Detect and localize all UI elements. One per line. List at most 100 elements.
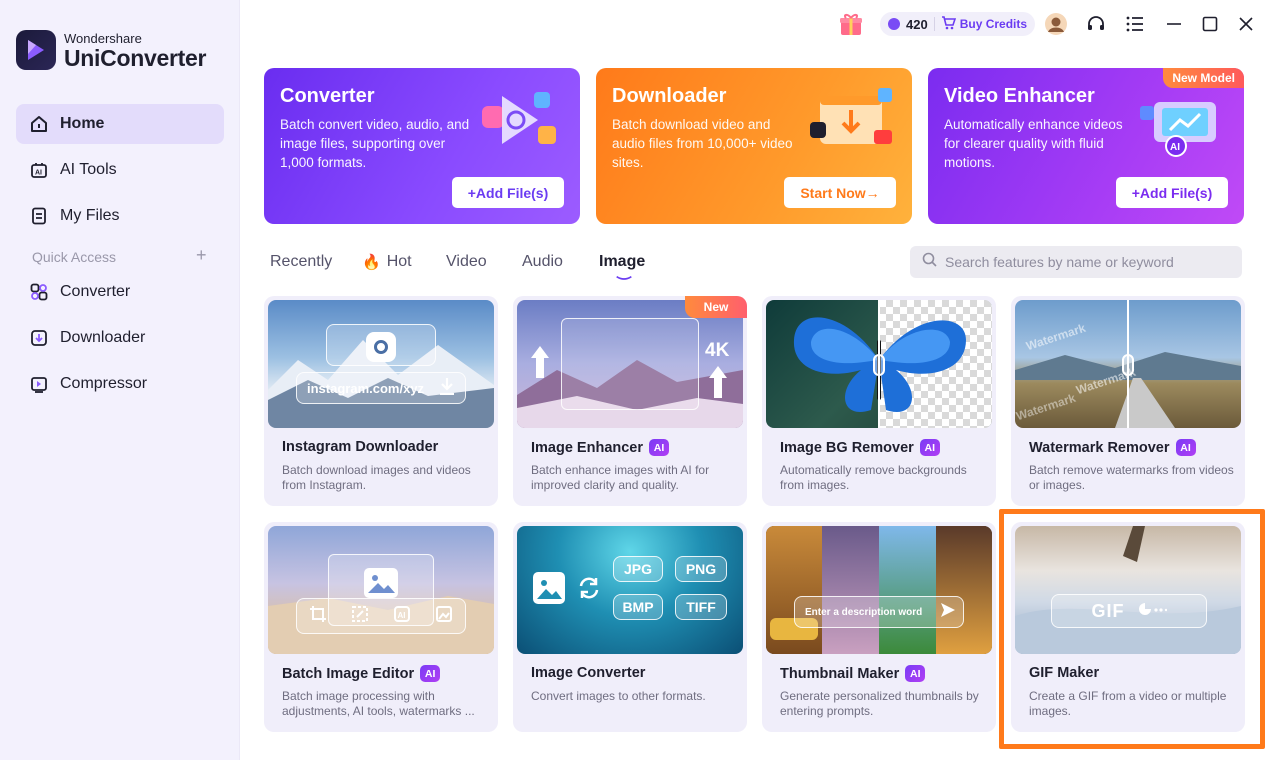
url-pill: instagram.com/xyz (296, 372, 466, 404)
add-files-button[interactable]: +Add File(s) (1116, 177, 1228, 208)
headset-icon[interactable] (1084, 12, 1108, 36)
menu-icon[interactable] (1123, 12, 1147, 36)
add-quick-access-icon[interactable]: + (196, 245, 207, 266)
ai-badge: AI (1175, 439, 1196, 456)
new-badge: New (685, 296, 747, 318)
format-chip: JPG (613, 556, 663, 582)
credit-coin-icon (888, 18, 900, 30)
minimize-icon[interactable] (1162, 12, 1186, 36)
brand-main: UniConverter (64, 44, 207, 71)
sidebar-item-label: Home (60, 115, 105, 132)
tool-card-watermark-remover[interactable]: Watermark Watermark Watermark Watermark … (1011, 296, 1245, 506)
tool-desc: Convert images to other formats. (531, 689, 706, 703)
tab-image[interactable]: Image (599, 253, 645, 271)
sidebar-item-ai-tools[interactable]: AI AI Tools (16, 150, 224, 190)
gift-icon[interactable] (838, 11, 864, 42)
sidebar-item-label: Downloader (60, 329, 146, 346)
svg-text:AI: AI (35, 170, 42, 177)
thumbnail: Watermark Watermark Watermark (1015, 300, 1241, 428)
tool-title: Thumbnail Maker AI (780, 665, 926, 682)
tab-hot-label: Hot (386, 253, 412, 270)
tool-desc: Batch download images and videos from In… (282, 463, 471, 492)
tool-card-instagram-downloader[interactable]: instagram.com/xyz Instagram Downloader B… (264, 296, 498, 506)
quick-access-label: Quick Access (32, 249, 117, 265)
download-arrow-icon (439, 377, 455, 400)
downloader-icon (28, 327, 50, 349)
ai-badge: AI (420, 665, 441, 682)
select-icon (351, 605, 369, 628)
tool-card-batch-image-editor[interactable]: AI Batch Image Editor AI Batch image proc… (264, 522, 498, 732)
tool-card-image-enhancer[interactable]: 4K New Image Enhancer AI Batch enhance im… (513, 296, 747, 506)
camera-icon (366, 332, 396, 362)
arrow-up-icon (707, 364, 729, 405)
arrow-up-icon (529, 344, 551, 385)
card-desc: Batch convert video, audio, and image fi… (280, 117, 470, 170)
gif-label: GIF (1091, 600, 1125, 621)
tab-video[interactable]: Video (446, 253, 487, 271)
tool-title: Image BG Remover AI (780, 439, 940, 456)
tool-title: Image Converter (531, 665, 646, 681)
crop-icon (309, 605, 327, 628)
tool-title: Instagram Downloader (282, 439, 439, 455)
tool-desc: Generate personalized thumbnails by ente… (780, 689, 979, 718)
search-box[interactable] (910, 246, 1242, 278)
thumbnail: 4K (517, 300, 743, 428)
sidebar-item-converter[interactable]: Converter (16, 272, 224, 312)
tool-desc: Batch enhance images with AI for improve… (531, 463, 710, 492)
tab-audio[interactable]: Audio (522, 253, 563, 271)
4k-label: 4K (705, 340, 730, 361)
sidebar-item-downloader[interactable]: Downloader (16, 318, 224, 358)
sidebar-item-compressor[interactable]: Compressor (16, 364, 224, 404)
sidebar-item-my-files[interactable]: My Files (16, 196, 224, 236)
close-icon[interactable] (1234, 12, 1258, 36)
compressor-icon (28, 373, 50, 395)
search-icon (922, 252, 937, 272)
gif-pill: GIF (1051, 594, 1207, 628)
credits-display: 420 Buy Credits (880, 12, 1036, 36)
converter-icon (28, 281, 50, 303)
thumbnail: instagram.com/xyz (268, 300, 494, 428)
image-icon (364, 568, 398, 598)
app-logo: Wondershare UniConverter (16, 30, 206, 70)
url-text: instagram.com/xyz (307, 380, 425, 396)
tool-desc: Automatically remove backgrounds from im… (780, 463, 967, 492)
enhance-frame (561, 318, 699, 410)
start-now-button[interactable]: Start Now→ (784, 177, 896, 208)
format-chip: BMP (613, 594, 663, 620)
compare-slider-handle (873, 354, 885, 376)
compare-slider-handle (1122, 354, 1134, 376)
watermark-icon (435, 605, 453, 628)
sidebar-item-home[interactable]: Home (16, 104, 224, 144)
send-icon (939, 601, 957, 624)
downloader-card[interactable]: Downloader Batch download video and audi… (596, 68, 912, 224)
search-input[interactable] (945, 254, 1235, 270)
maximize-icon[interactable] (1198, 12, 1222, 36)
tool-desc: Create a GIF from a video or multiple im… (1029, 689, 1227, 718)
ai-tools-icon: AI (28, 159, 50, 181)
convert-arrows-icon (577, 576, 601, 605)
brand-sub: Wondershare (64, 30, 142, 46)
thumbnail: GIF (1015, 526, 1241, 654)
image-icon (533, 572, 565, 604)
home-icon (28, 113, 50, 135)
tool-card-image-converter[interactable]: JPG PNG BMP TIFF Image Converter Convert… (513, 522, 747, 732)
ai-edit-icon: AI (393, 605, 411, 628)
sidebar-item-label: Converter (60, 283, 131, 300)
tab-hot[interactable]: 🔥 Hot (362, 253, 412, 271)
add-files-button[interactable]: +Add File(s) (452, 177, 564, 208)
tool-card-thumbnail-maker[interactable]: Enter a description word Thumbnail Maker… (762, 522, 996, 732)
format-chip: PNG (675, 556, 727, 582)
thumbnail: AI (268, 526, 494, 654)
tool-card-gif-maker[interactable]: GIF GIF Maker Create a GIF from a video … (1011, 522, 1245, 732)
tool-desc: Batch remove watermarks from videos or i… (1029, 463, 1234, 492)
converter-card[interactable]: Converter Batch convert video, audio, an… (264, 68, 580, 224)
prompt-placeholder: Enter a description word (805, 606, 923, 618)
new-model-badge: New Model (1163, 68, 1244, 88)
video-enhancer-card[interactable]: New Model Video Enhancer Automatically e… (928, 68, 1244, 224)
buy-credits-button[interactable]: Buy Credits (960, 17, 1027, 31)
tool-card-image-bg-remover[interactable]: Image BG Remover AI Automatically remove … (762, 296, 996, 506)
sidebar-item-label: My Files (60, 207, 120, 224)
tab-recently[interactable]: Recently (270, 253, 332, 271)
cart-icon (941, 15, 956, 33)
avatar[interactable] (1044, 12, 1068, 36)
